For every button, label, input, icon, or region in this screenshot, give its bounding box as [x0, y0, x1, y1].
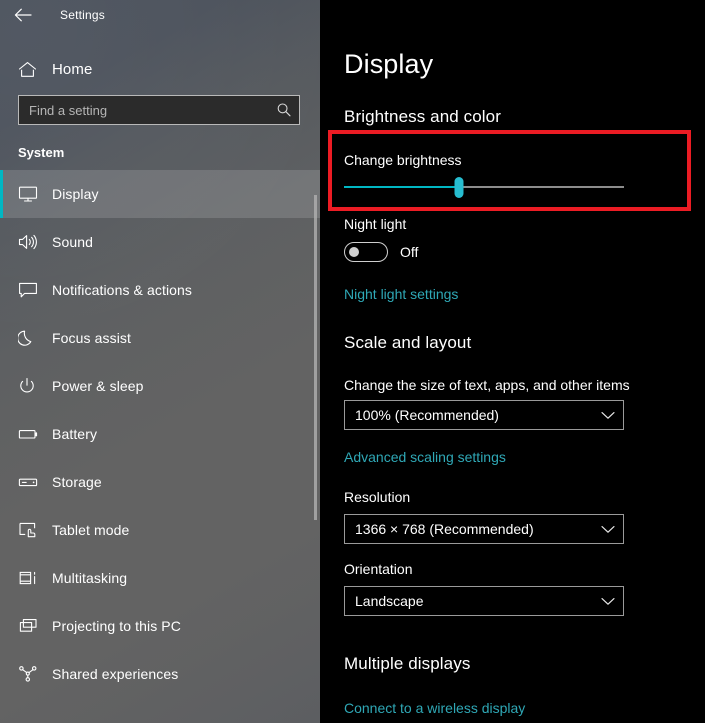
advanced-scaling-settings-link[interactable]: Advanced scaling settings: [344, 450, 506, 464]
back-button[interactable]: [0, 0, 46, 30]
sidebar-item-projecting[interactable]: Projecting to this PC: [0, 602, 320, 650]
sidebar-item-focus-assist[interactable]: Focus assist: [0, 314, 320, 362]
sidebar-item-battery-label: Battery: [52, 426, 98, 442]
projecting-icon: [18, 617, 48, 635]
brightness-and-color-heading: Brightness and color: [344, 107, 501, 126]
multitasking-icon: [18, 569, 48, 587]
brightness-slider-thumb[interactable]: [454, 177, 464, 198]
resolution-dropdown[interactable]: 1366 × 768 (Recommended): [344, 514, 624, 544]
scale-size-label: Change the size of text, apps, and other…: [344, 377, 630, 393]
chevron-down-icon[interactable]: [593, 525, 623, 534]
sidebar-item-storage[interactable]: Storage: [0, 458, 320, 506]
battery-icon: [18, 427, 48, 441]
orientation-dropdown-value: Landscape: [355, 593, 424, 609]
orientation-dropdown[interactable]: Landscape: [344, 586, 624, 616]
speaker-icon: [18, 233, 48, 251]
chevron-down-icon[interactable]: [593, 597, 623, 606]
night-light-toggle[interactable]: [344, 242, 388, 262]
search-icon[interactable]: [269, 96, 299, 124]
scale-and-layout-heading: Scale and layout: [344, 333, 472, 352]
monitor-icon: [18, 185, 48, 203]
callout-icon: [18, 281, 48, 299]
sidebar-item-home[interactable]: Home: [0, 48, 320, 90]
sidebar-item-storage-label: Storage: [52, 474, 102, 490]
search-input[interactable]: [19, 96, 269, 124]
connect-wireless-display-link[interactable]: Connect to a wireless display: [344, 701, 525, 715]
sidebar-item-shared-experiences[interactable]: Shared experiences: [0, 650, 320, 698]
resolution-label: Resolution: [344, 489, 411, 505]
multiple-displays-heading: Multiple displays: [344, 654, 471, 673]
settings-window: Settings Home System: [0, 0, 705, 723]
sidebar-item-home-label: Home: [52, 60, 93, 78]
sidebar-item-sound-label: Sound: [52, 234, 93, 250]
night-light-toggle-knob: [349, 247, 359, 257]
sidebar-section-title: System: [18, 145, 65, 160]
sidebar-item-display-label: Display: [52, 186, 99, 202]
sidebar-item-multitasking-label: Multitasking: [52, 570, 128, 586]
title-bar: Settings: [0, 0, 320, 30]
sidebar-item-projecting-label: Projecting to this PC: [52, 618, 181, 634]
window-title: Settings: [60, 8, 105, 22]
change-brightness-label: Change brightness: [344, 152, 462, 168]
sidebar-scrollbar[interactable]: [314, 195, 317, 520]
night-light-label: Night light: [344, 216, 407, 232]
back-arrow-icon: [14, 8, 32, 22]
sidebar-item-focus-assist-label: Focus assist: [52, 330, 131, 346]
sidebar-item-notifications-label: Notifications & actions: [52, 282, 193, 298]
scale-dropdown[interactable]: 100% (Recommended): [344, 400, 624, 430]
sidebar-item-power-sleep[interactable]: Power & sleep: [0, 362, 320, 410]
page-title: Display: [344, 49, 434, 79]
share-nodes-icon: [18, 665, 48, 683]
sidebar-item-multitasking[interactable]: Multitasking: [0, 554, 320, 602]
sidebar-nav-list: Display Sound Notifications & actions Fo…: [0, 170, 320, 698]
moon-icon: [18, 329, 48, 347]
sidebar-item-battery[interactable]: Battery: [0, 410, 320, 458]
drive-icon: [18, 475, 48, 489]
night-light-state: Off: [400, 244, 419, 260]
sidebar-item-notifications[interactable]: Notifications & actions: [0, 266, 320, 314]
resolution-dropdown-value: 1366 × 768 (Recommended): [355, 521, 534, 537]
scale-dropdown-value: 100% (Recommended): [355, 407, 499, 423]
brightness-slider-fill: [344, 186, 459, 188]
settings-sidebar: Settings Home System: [0, 0, 320, 723]
search-box[interactable]: [18, 95, 300, 125]
orientation-label: Orientation: [344, 561, 413, 577]
brightness-slider[interactable]: [344, 177, 624, 198]
tablet-touch-icon: [18, 521, 48, 539]
chevron-down-icon[interactable]: [593, 411, 623, 420]
display-settings-pane: Display Brightness and color Change brig…: [320, 0, 705, 723]
sidebar-item-display[interactable]: Display: [0, 170, 320, 218]
brightness-highlight-box: [328, 130, 691, 211]
sidebar-item-shared-experiences-label: Shared experiences: [52, 666, 179, 682]
sidebar-item-tablet-mode-label: Tablet mode: [52, 522, 130, 538]
power-icon: [18, 377, 48, 395]
sidebar-item-sound[interactable]: Sound: [0, 218, 320, 266]
sidebar-item-tablet-mode[interactable]: Tablet mode: [0, 506, 320, 554]
night-light-settings-link[interactable]: Night light settings: [344, 287, 458, 301]
home-icon: [18, 61, 44, 78]
sidebar-item-power-sleep-label: Power & sleep: [52, 378, 144, 394]
